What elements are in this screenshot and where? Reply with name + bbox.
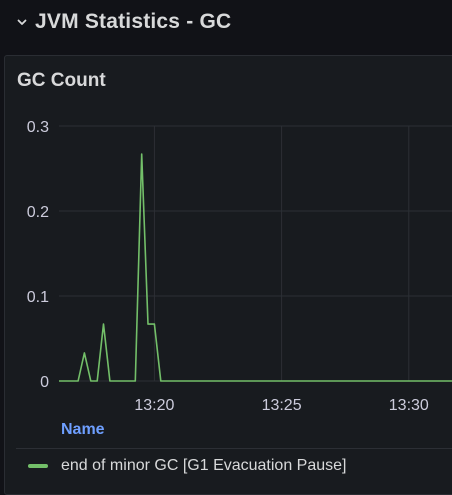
x-tick-label: 13:25 bbox=[262, 397, 302, 414]
legend-item[interactable]: end of minor GC [G1 Evacuation Pause] bbox=[28, 457, 346, 475]
legend-item-label: end of minor GC [G1 Evacuation Pause] bbox=[61, 457, 347, 474]
y-tick-label: 0.3 bbox=[27, 119, 49, 136]
y-tick-label: 0.2 bbox=[27, 204, 49, 221]
y-tick-label: 0.1 bbox=[27, 289, 49, 306]
legend-divider bbox=[16, 448, 452, 449]
series-line bbox=[59, 153, 452, 382]
y-tick-label: 0 bbox=[40, 374, 49, 391]
gc-count-chart[interactable]: 00.10.20.313:2013:2513:3013:35 bbox=[0, 0, 452, 484]
legend-series-swatch bbox=[28, 464, 48, 468]
x-tick-label: 13:30 bbox=[389, 397, 429, 414]
x-tick-label: 13:20 bbox=[134, 397, 174, 414]
legend-name-header[interactable]: Name bbox=[61, 421, 105, 439]
